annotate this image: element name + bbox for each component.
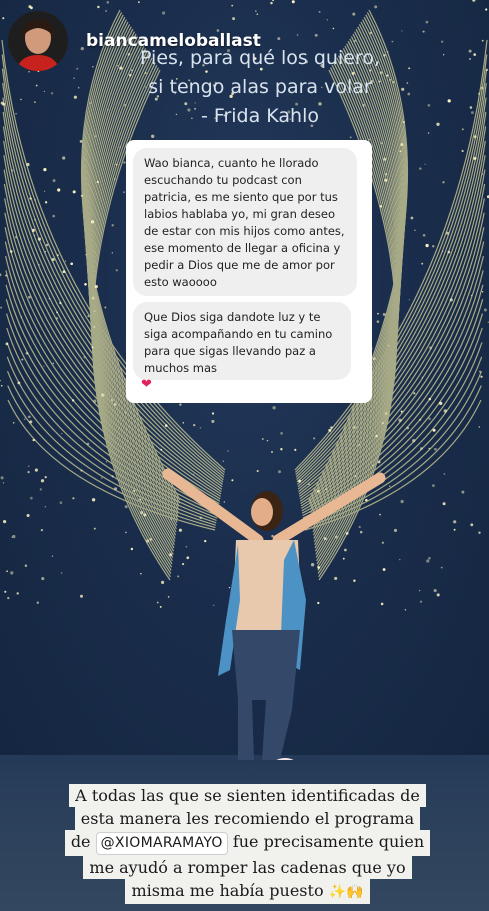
wall-quote-line-1: Pies, para qué los quiero,: [140, 47, 380, 69]
avatar-photo: [8, 11, 68, 71]
story-view[interactable]: biancameloballast Pies, para qué los qui…: [0, 0, 489, 911]
mention-tag[interactable]: @XIOMARAMAYO: [95, 832, 228, 855]
dm-screenshot-card: Wao bianca, cuanto he llorado escuchando…: [126, 140, 372, 403]
heart-reaction-icon: ❤: [141, 377, 152, 392]
message-text: Wao bianca, cuanto he llorado escuchando…: [144, 156, 345, 289]
message-text: Que Dios siga dandote luz y te siga acom…: [144, 310, 333, 375]
profile-avatar[interactable]: [8, 11, 68, 71]
caption-word: misma me había puesto: [131, 881, 324, 900]
sparkles-hands-emoji-icon: ✨🙌: [328, 884, 364, 900]
message-bubble: Wao bianca, cuanto he llorado escuchando…: [133, 148, 357, 296]
wall-quote: Pies, para qué los quiero, si tengo alas…: [90, 44, 430, 131]
story-caption: A todas las que se sienten identificadas…: [56, 784, 439, 904]
caption-line: esta manera les recomiendo el programa: [74, 807, 421, 830]
wall-quote-line-2: si tengo alas para volar: [148, 76, 372, 98]
caption-line: de @XIOMARAMAYO fue precisamente quien: [64, 830, 431, 856]
caption-word: de: [70, 832, 91, 851]
caption-line: misma me había puesto ✨🙌: [125, 879, 370, 904]
message-bubble: Que Dios siga dandote luz y te siga acom…: [133, 302, 351, 380]
caption-word: fue precisamente quien: [232, 832, 425, 851]
caption-line: A todas las que se sienten identificadas…: [69, 784, 426, 807]
wall-quote-line-3: - Frida Kahlo: [201, 105, 319, 127]
caption-line: me ayudó a romper las cadenas que yo: [83, 856, 412, 879]
